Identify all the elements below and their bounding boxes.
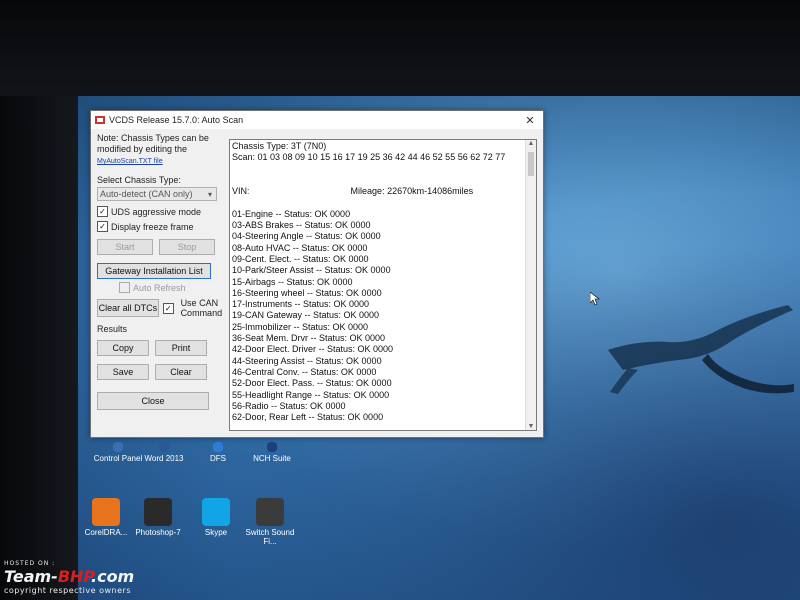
module-status-line: 52-Door Elect. Pass. -- Status: OK 0000 <box>232 378 392 389</box>
module-status-line: 04-Steering Angle -- Status: OK 0000 <box>232 231 381 242</box>
module-status-line: 17-Instruments -- Status: OK 0000 <box>232 299 370 310</box>
desktop-icon-label: Control Panel <box>93 454 143 463</box>
select-chassis-label: Select Chassis Type: <box>97 175 181 185</box>
gateway-installation-list-button[interactable]: Gateway Installation List <box>97 263 211 279</box>
desktop-icon-label: Skype <box>204 528 228 537</box>
desktop-icon-label: Photoshop-7 <box>135 528 181 537</box>
desktop-icon-label: Switch Sound Fi... <box>245 528 295 546</box>
scan-results-textbox[interactable]: Chassis Type: 3T (7N0) Scan: 01 03 08 09 … <box>229 139 537 431</box>
chassis-type-value: Auto-detect (CAN only) <box>100 189 193 199</box>
auto-refresh-checkbox[interactable]: Auto Refresh <box>119 281 225 294</box>
clear-button[interactable]: Clear <box>155 364 207 380</box>
app-icon <box>113 442 123 452</box>
chassis-type-line: Chassis Type: 3T (7N0) <box>232 141 327 151</box>
freeze-label: Display freeze frame <box>111 221 194 232</box>
copy-button[interactable]: Copy <box>97 340 149 356</box>
module-status-line: 15-Airbags -- Status: OK 0000 <box>232 276 353 287</box>
vin-line: VIN: Mileage: 22670km-14086miles <box>232 186 534 197</box>
app-icon <box>267 442 277 452</box>
scroll-down-icon[interactable]: ▼ <box>526 423 536 430</box>
stop-button[interactable]: Stop <box>159 239 215 255</box>
chassis-type-select[interactable]: Auto-detect (CAN only) ▾ <box>97 187 217 201</box>
print-button[interactable]: Print <box>155 340 207 356</box>
app-icon <box>92 498 120 526</box>
uds-aggressive-checkbox[interactable]: ✓ UDS aggressive mode <box>97 205 225 218</box>
desktop-icon-label: CorelDRA... <box>84 528 128 537</box>
monitor-bezel-top <box>0 0 800 96</box>
module-status-line: 10-Park/Steer Assist -- Status: OK 0000 <box>232 265 391 276</box>
auto-refresh-label: Auto Refresh <box>133 282 186 293</box>
module-status-list: 01-Engine -- Status: OK 0000 03-ABS Brake… <box>232 209 534 424</box>
desktop-icon-label: Word 2013 <box>144 454 184 463</box>
module-status-line: 19-CAN Gateway -- Status: OK 0000 <box>232 310 380 321</box>
desktop-icon[interactable]: NCH Suite <box>246 442 298 463</box>
copyright-text: copyright respective owners <box>4 586 131 595</box>
freeze-frame-checkbox[interactable]: ✓ Display freeze frame <box>97 220 225 233</box>
results-label: Results <box>97 324 128 334</box>
mileage-text: Mileage: 22670km-14086miles <box>350 186 474 197</box>
desktop-icon[interactable]: DFS <box>192 442 244 463</box>
uds-label: UDS aggressive mode <box>111 206 202 217</box>
note-text: Note: Chassis Types can be modified by e… <box>97 133 209 154</box>
app-icon <box>144 498 172 526</box>
module-status-line: 42-Door Elect. Driver -- Status: OK 0000 <box>232 344 394 355</box>
vin-prefix: VIN: <box>232 186 250 197</box>
diver-wallpaper-image <box>608 305 794 394</box>
close-button[interactable]: Close <box>97 392 209 410</box>
mouse-cursor-icon <box>590 292 600 306</box>
app-icon <box>159 442 169 452</box>
team-bhp-logo: Team-BHP.com <box>4 567 135 586</box>
module-status-line: 25-Immobilizer -- Status: OK 0000 <box>232 321 369 332</box>
module-status-line: 08-Auto HVAC -- Status: OK 0000 <box>232 242 368 253</box>
module-status-line: 56-Radio -- Status: OK 0000 <box>232 400 346 411</box>
app-icon <box>256 498 284 526</box>
desktop-icon[interactable]: CorelDRA... <box>80 498 132 537</box>
hosted-on-text: HOSTED ON : <box>4 560 56 567</box>
scroll-up-icon[interactable]: ▲ <box>526 140 536 147</box>
module-status-line: 16-Steering wheel -- Status: OK 0000 <box>232 287 382 298</box>
start-button[interactable]: Start <box>97 239 153 255</box>
desktop-icon[interactable]: Switch Sound Fi... <box>244 498 296 546</box>
scrollbar-thumb[interactable] <box>528 152 534 176</box>
vertical-scrollbar[interactable]: ▲ ▼ <box>525 140 536 430</box>
module-status-line: 44-Steering Assist -- Status: OK 0000 <box>232 355 382 366</box>
desktop-icon-label: DFS <box>210 454 226 463</box>
scan-log: Chassis Type: 3T (7N0) Scan: 01 03 08 09 … <box>230 140 536 424</box>
app-icon <box>213 442 223 452</box>
save-button[interactable]: Save <box>97 364 149 380</box>
clear-all-dtcs-button[interactable]: Clear all DTCs <box>97 299 159 317</box>
window-titlebar[interactable]: VCDS Release 15.7.0: Auto Scan ✕ <box>91 111 543 129</box>
checkbox-checked-icon: ✓ <box>97 221 108 232</box>
module-status-line: 01-Engine -- Status: OK 0000 <box>232 208 351 219</box>
scan-line: Scan: 01 03 08 09 10 15 16 17 19 25 36 4… <box>232 152 506 163</box>
module-status-line: 55-Headlight Range -- Status: OK 0000 <box>232 389 390 400</box>
use-can-label: Use CAN Command <box>180 298 223 318</box>
team-bhp-watermark: HOSTED ON : Team-BHP.com copyright respe… <box>4 560 134 595</box>
module-status-line: 03-ABS Brakes -- Status: OK 0000 <box>232 220 371 231</box>
checkbox-unchecked-icon <box>119 282 130 293</box>
vcds-app-icon <box>95 116 105 124</box>
myautoscan-link[interactable]: MyAutoScan.TXT file <box>97 158 163 165</box>
app-icon <box>202 498 230 526</box>
use-can-checkbox[interactable]: ✓ <box>162 302 174 314</box>
desktop-icon[interactable]: Photoshop-7 <box>132 498 184 537</box>
module-status-line: 62-Door, Rear Left -- Status: OK 0000 <box>232 412 384 423</box>
desktop-icon-label: NCH Suite <box>253 454 291 463</box>
module-status-line: 46-Central Conv. -- Status: OK 0000 <box>232 366 377 377</box>
close-icon[interactable]: ✕ <box>517 114 543 127</box>
chassis-note: Note: Chassis Types can be modified by e… <box>97 133 225 167</box>
window-title: VCDS Release 15.7.0: Auto Scan <box>109 115 244 125</box>
monitor-bezel-left <box>0 96 78 600</box>
desktop-icon[interactable]: Skype <box>190 498 242 537</box>
desktop-icon[interactable]: Word 2013 <box>138 442 190 463</box>
vcds-auto-scan-window: VCDS Release 15.7.0: Auto Scan ✕ Note: C… <box>90 110 544 438</box>
module-status-line: 09-Cent. Elect. -- Status: OK 0000 <box>232 253 369 264</box>
options-panel: Note: Chassis Types can be modified by e… <box>97 133 225 410</box>
desktop-icon[interactable]: Control Panel <box>92 442 144 463</box>
chevron-down-icon: ▾ <box>207 189 212 199</box>
vin-redacted <box>252 187 349 196</box>
checkbox-checked-icon: ✓ <box>97 206 108 217</box>
module-status-line: 36-Seat Mem. Drvr -- Status: OK 0000 <box>232 333 386 344</box>
